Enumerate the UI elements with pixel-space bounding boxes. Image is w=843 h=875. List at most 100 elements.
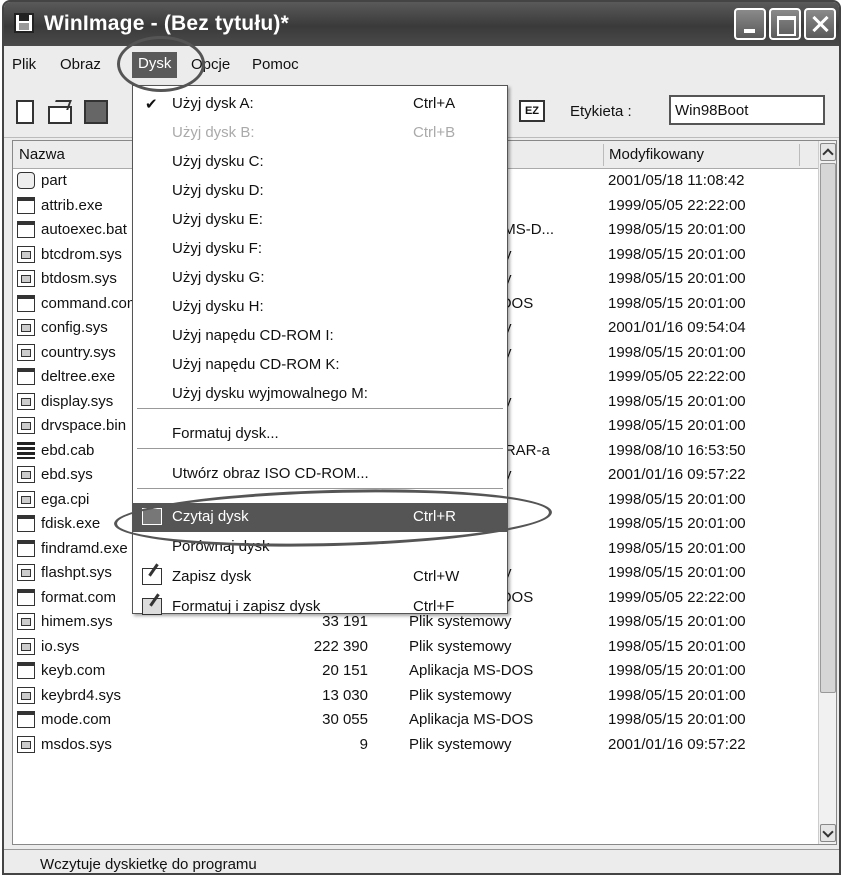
menu-item[interactable]: Formatuj dysk... [133, 420, 507, 449]
maximize-button[interactable] [769, 8, 801, 40]
column-name[interactable]: Nazwa [19, 146, 65, 163]
menu-item[interactable]: Użyj dysku E: [133, 206, 507, 235]
menu-item-label: Czytaj dysk [172, 508, 249, 525]
format-write-icon [142, 598, 162, 615]
checkmark-icon: ✔ [145, 96, 158, 113]
menu-item[interactable]: Czytaj dysk Ctrl+R [133, 503, 507, 532]
file-name: ebd.cab [41, 441, 95, 459]
table-row[interactable]: msdos.sys 9 Plik systemowy 2001/01/16 09:57… [13, 733, 818, 758]
menu-item-shortcut: Ctrl+B [413, 124, 456, 141]
table-row[interactable]: mode.com 30 055 Aplikacja MS-DOS 1998/05/15… [13, 708, 818, 733]
sys-icon [17, 490, 35, 508]
app-window: WinImage - (Bez tytułu)* Plik Obraz Dysk… [2, 0, 841, 875]
file-date: 1998/05/15 20:01:00 [608, 564, 746, 581]
save-icon[interactable] [84, 100, 108, 124]
column-separator[interactable] [799, 144, 800, 166]
menu-item[interactable]: Użyj dysku C: [133, 148, 507, 177]
menu-item-label: Utwórz obraz ISO CD-ROM... [172, 465, 369, 482]
menu-item-label: Użyj dysku H: [172, 298, 264, 315]
file-date: 1998/05/15 20:01:00 [608, 392, 746, 410]
file-name: flashpt.sys [41, 564, 112, 581]
file-name: country.sys [41, 343, 116, 361]
new-file-icon[interactable] [16, 100, 34, 124]
menu-item-label: Użyj dysku C: [172, 153, 264, 170]
file-name: part [41, 172, 67, 189]
file-name: deltree.exe [41, 368, 116, 385]
sys-icon [17, 245, 35, 263]
menu-item[interactable]: Użyj dysku G: [133, 264, 507, 293]
file-date: 2001/01/16 09:54:04 [608, 319, 746, 336]
table-row[interactable]: io.sys 222 390 Plik systemowy 1998/05/15 20… [13, 635, 818, 660]
sys-icon [17, 319, 35, 336]
file-date: 1998/05/15 20:01:00 [608, 490, 746, 508]
menu-item[interactable]: Użyj dysku F: [133, 235, 507, 264]
label-input[interactable] [669, 95, 825, 125]
menu-item[interactable]: Użyj napędu CD-ROM K: [133, 351, 507, 380]
batch-icon [17, 221, 35, 238]
table-row[interactable]: keyb.com 20 151 Aplikacja MS-DOS 1998/05/15… [13, 659, 818, 684]
file-date: 1998/05/15 20:01:00 [608, 294, 746, 312]
menu-item-label: Użyj dysku G: [172, 269, 265, 286]
column-separator[interactable] [603, 144, 604, 166]
menu-item-label: Formatuj i zapisz dysk [172, 598, 321, 615]
file-date: 1998/05/15 20:01:00 [608, 515, 746, 532]
menu-item[interactable]: Użyj dysku D: [133, 177, 507, 206]
write-disk-icon [142, 568, 162, 585]
open-folder-icon[interactable] [48, 100, 72, 124]
menu-pomoc[interactable]: Pomoc [252, 56, 299, 73]
file-name: keybrd4.sys [41, 686, 122, 704]
menu-item[interactable]: Utwórz obraz ISO CD-ROM... [133, 460, 507, 489]
file-name: ebd.sys [41, 466, 93, 483]
file-type: Plik systemowy [409, 637, 512, 655]
file-name: fdisk.exe [41, 515, 101, 532]
menu-item[interactable]: Zapisz dysk Ctrl+W [133, 563, 507, 592]
file-name: autoexec.bat [41, 221, 127, 238]
column-modified[interactable]: Modyfikowany [609, 146, 704, 163]
scroll-up-icon[interactable] [820, 143, 836, 161]
menu-item[interactable]: ✔ Użyj dysk A: Ctrl+A [133, 90, 507, 119]
file-name: command.com [41, 294, 140, 312]
menu-dysk[interactable]: Dysk [132, 52, 178, 78]
menu-item[interactable]: Formatuj i zapisz dysk Ctrl+F [133, 593, 507, 622]
menu-item-label: Użyj dysku wyjmowalnego M: [172, 385, 368, 402]
scroll-thumb[interactable] [820, 163, 836, 693]
menu-item[interactable]: Porównaj dysk [133, 533, 507, 562]
sys-icon [17, 735, 35, 753]
menu-item-label: Użyj dysku F: [172, 240, 263, 257]
menu-item-label: Użyj dysku E: [172, 211, 263, 228]
file-name: msdos.sys [41, 735, 112, 753]
file-type: Plik systemowy [409, 735, 512, 753]
file-date: 2001/01/16 09:57:22 [608, 466, 746, 483]
menu-opcje[interactable]: Opcje [191, 56, 230, 73]
file-type: Plik systemowy [409, 686, 512, 704]
file-date: 1998/05/15 20:01:00 [608, 221, 746, 238]
file-size: 9 [359, 735, 368, 753]
file-date: 1998/05/15 20:01:00 [608, 417, 746, 434]
title-bar[interactable]: WinImage - (Bez tytułu)* [4, 2, 839, 46]
dysk-dropdown-menu: ✔ Użyj dysk A: Ctrl+A Użyj dysk B: Ctrl+B Uży… [132, 85, 508, 615]
menu-item[interactable]: Użyj napędu CD-ROM I: [133, 322, 507, 351]
app-icon [17, 711, 35, 728]
extract-icon[interactable]: EZ [519, 100, 545, 122]
scroll-down-icon[interactable] [820, 824, 836, 842]
menu-plik[interactable]: Plik [12, 56, 36, 73]
app-icon [17, 662, 35, 679]
menu-item-label: Użyj dysk B: [172, 124, 255, 141]
file-date: 1998/05/15 20:01:00 [608, 245, 746, 263]
table-row[interactable]: keybrd4.sys 13 030 Plik systemowy 1998/05/1… [13, 684, 818, 709]
file-name: himem.sys [41, 613, 113, 630]
file-type: Aplikacja MS-DOS [409, 662, 534, 679]
menu-item[interactable]: Użyj dysku wyjmowalnego M: [133, 380, 507, 409]
minimize-button[interactable] [734, 8, 766, 40]
app-icon [17, 515, 35, 532]
menu-obraz[interactable]: Obraz [60, 56, 101, 73]
menu-item-shortcut: Ctrl+A [413, 95, 456, 112]
sys-icon [17, 417, 35, 434]
file-type: Aplikacja MS-DOS [409, 711, 534, 728]
menu-item-shortcut: Ctrl+F [413, 598, 455, 615]
close-button[interactable] [804, 8, 836, 40]
vertical-scrollbar[interactable] [818, 141, 836, 844]
file-name: config.sys [41, 319, 108, 336]
menu-item[interactable]: Użyj dysku H: [133, 293, 507, 322]
file-date: 1998/08/10 16:53:50 [608, 441, 746, 459]
